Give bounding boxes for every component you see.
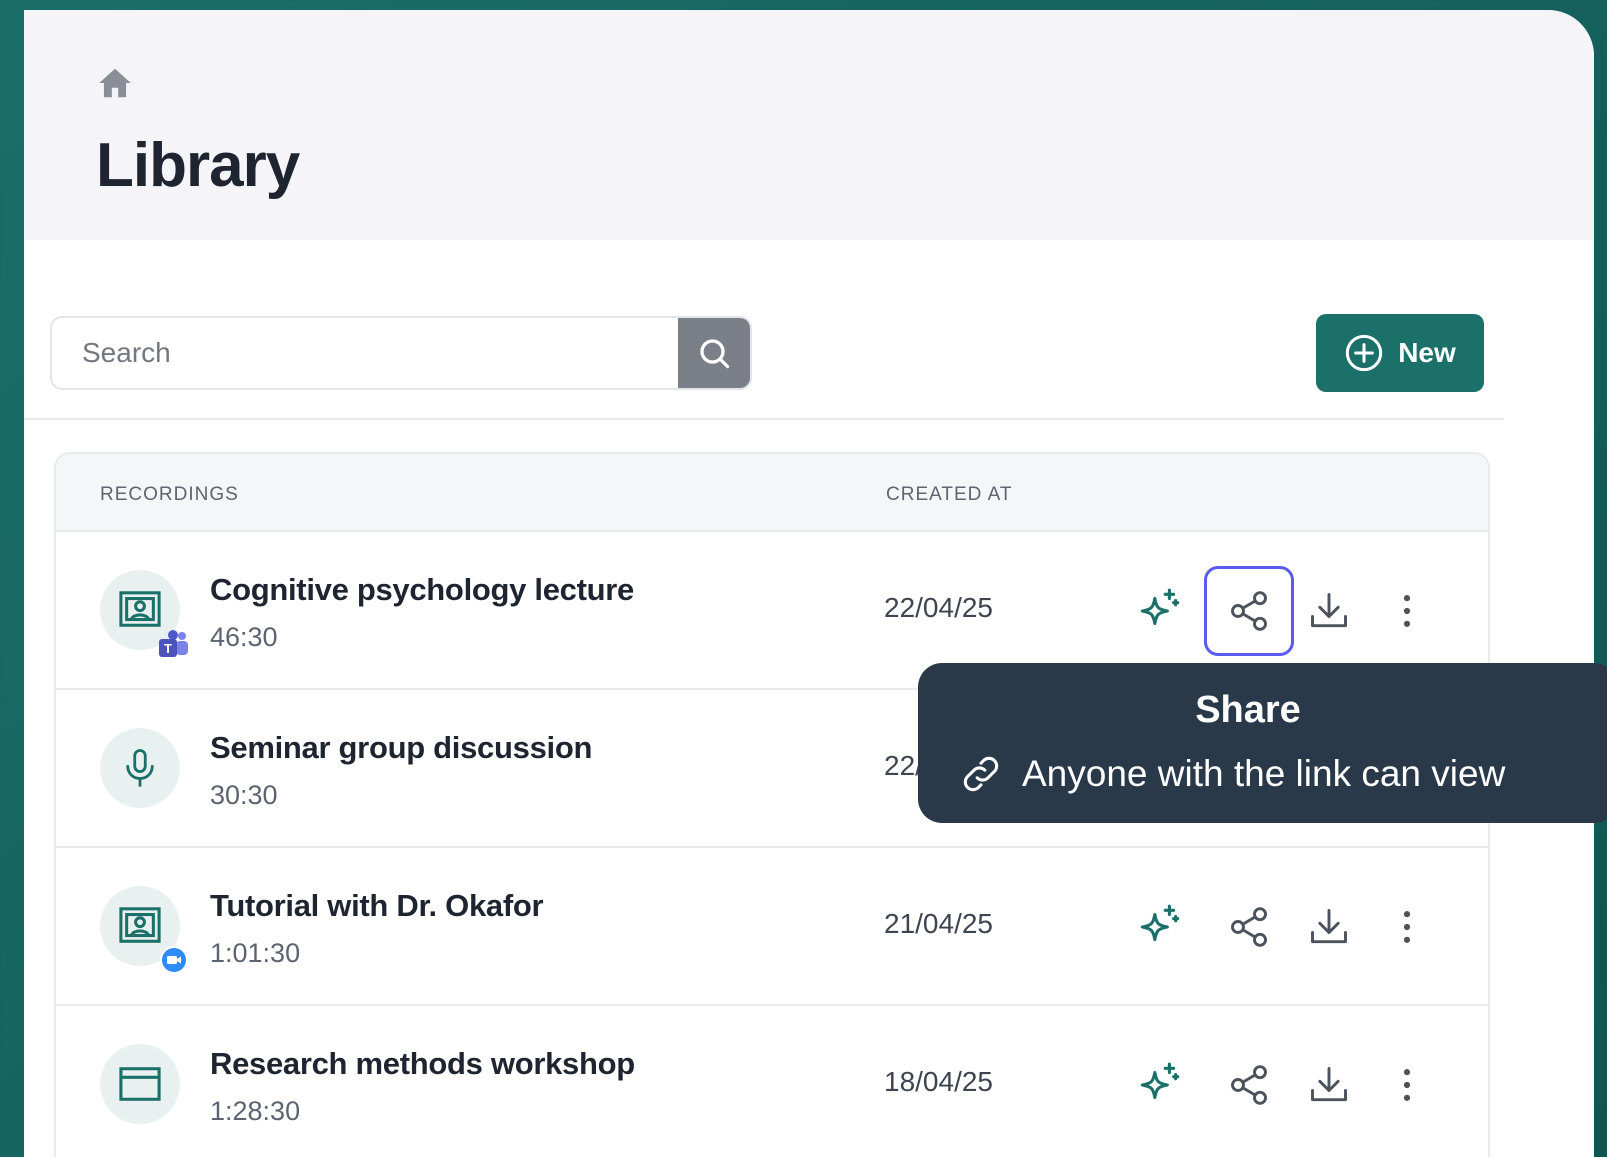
svg-text:T: T	[164, 641, 172, 656]
share-tooltip: Share Anyone with the link can view	[918, 663, 1607, 823]
page-header: Library	[24, 10, 1594, 240]
share-icon	[1231, 907, 1267, 947]
recording-type-avatar: T	[100, 570, 188, 657]
link-icon	[963, 756, 999, 792]
new-button-label: New	[1398, 337, 1456, 368]
divider	[24, 418, 1504, 420]
new-button[interactable]: New	[1316, 314, 1484, 392]
recording-title[interactable]: Research methods workshop	[210, 1046, 635, 1082]
table-row[interactable]: Research methods workshop 1:28:30 18/04/…	[56, 1006, 1488, 1157]
share-icon	[1231, 1065, 1267, 1105]
recording-title[interactable]: Seminar group discussion	[210, 730, 592, 766]
download-button[interactable]	[1284, 882, 1374, 972]
search-button[interactable]	[678, 318, 750, 388]
share-icon	[1231, 591, 1267, 631]
library-panel: Library New RECORDINGS CREATED AT	[24, 10, 1594, 1157]
download-icon	[1311, 593, 1347, 628]
recording-duration: 1:01:30	[210, 938, 301, 968]
download-button[interactable]	[1284, 1040, 1374, 1130]
column-header-recordings: RECORDINGS	[100, 484, 239, 505]
plus-circle-icon	[1346, 334, 1383, 372]
teams-icon: T	[158, 628, 190, 660]
microphone-icon	[126, 749, 154, 787]
table-header: RECORDINGS CREATED AT	[56, 454, 1488, 532]
recording-date: 22/04/25	[884, 592, 993, 623]
recording-title[interactable]: Tutorial with Dr. Okafor	[210, 888, 544, 924]
share-button[interactable]	[1204, 566, 1294, 656]
recording-type-avatar	[100, 886, 188, 974]
more-options-button[interactable]	[1362, 1040, 1452, 1130]
zoom-icon	[158, 944, 190, 976]
ai-summary-button[interactable]	[1114, 882, 1204, 972]
recording-type-avatar	[100, 1044, 180, 1124]
window-icon	[119, 1067, 161, 1101]
ai-summary-button[interactable]	[1114, 1040, 1204, 1130]
search-bar	[50, 316, 752, 390]
more-options-button[interactable]	[1362, 882, 1452, 972]
page-title: Library	[96, 131, 300, 200]
ai-summary-button[interactable]	[1114, 566, 1204, 656]
more-options-button[interactable]	[1362, 566, 1452, 656]
presentation-icon	[119, 591, 161, 627]
search-icon	[700, 339, 730, 369]
recording-title[interactable]: Cognitive psychology lecture	[210, 572, 634, 608]
recording-type-avatar	[100, 728, 180, 808]
share-button[interactable]	[1204, 882, 1294, 972]
column-header-created-at: CREATED AT	[886, 484, 1013, 505]
recording-duration: 46:30	[210, 622, 278, 652]
sparkle-icon	[1140, 1062, 1180, 1100]
recording-duration: 1:28:30	[210, 1096, 301, 1126]
recording-duration: 30:30	[210, 780, 278, 810]
more-vertical-icon	[1403, 1069, 1411, 1101]
more-vertical-icon	[1403, 595, 1411, 627]
recording-date: 18/04/25	[884, 1066, 993, 1097]
tooltip-subtitle-row: Anyone with the link can view	[958, 751, 1505, 797]
sparkle-icon	[1140, 588, 1180, 626]
tooltip-title: Share	[1195, 689, 1301, 731]
more-vertical-icon	[1403, 911, 1411, 943]
download-icon	[1311, 1067, 1347, 1102]
download-icon	[1311, 909, 1347, 944]
recording-date: 21/04/25	[884, 908, 993, 939]
presentation-icon	[119, 907, 161, 943]
home-icon[interactable]	[96, 64, 134, 102]
search-input[interactable]	[52, 318, 680, 388]
sparkle-icon	[1140, 904, 1180, 942]
table-row[interactable]: Tutorial with Dr. Okafor 1:01:30 21/04/2…	[56, 848, 1488, 1006]
share-button[interactable]	[1204, 1040, 1294, 1130]
download-button[interactable]	[1284, 566, 1374, 656]
tooltip-subtitle: Anyone with the link can view	[1022, 753, 1506, 794]
